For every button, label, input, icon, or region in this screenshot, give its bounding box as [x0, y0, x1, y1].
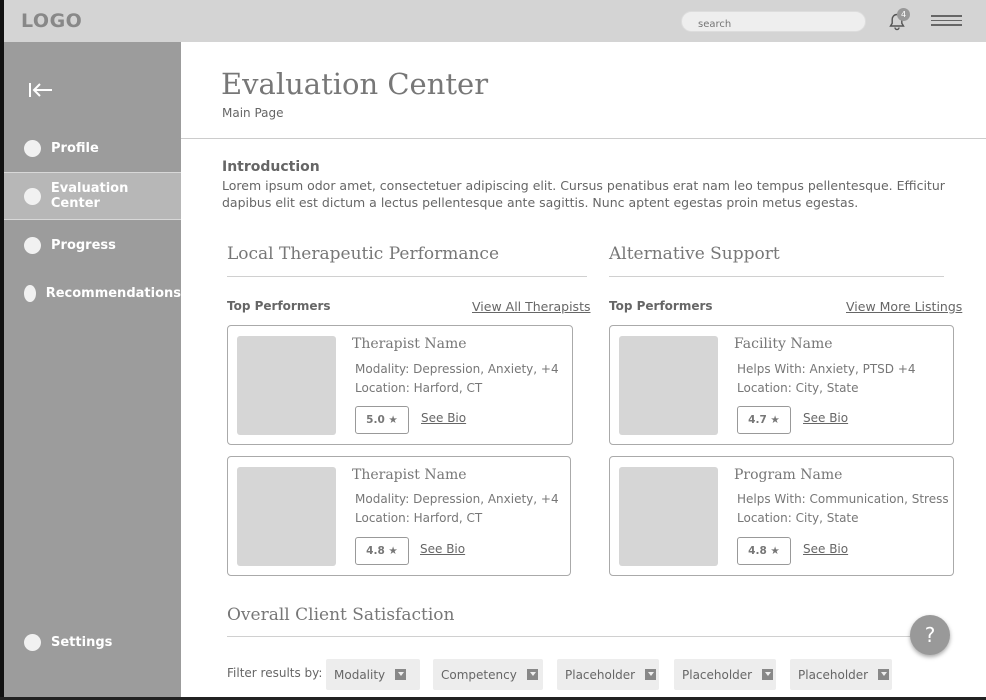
progress-icon	[24, 236, 41, 254]
dropdown-arrow-icon	[878, 669, 890, 680]
top-performers-label: Top Performers	[609, 299, 713, 313]
recommendations-icon	[24, 284, 36, 302]
view-all-therapists-link[interactable]: View All Therapists	[472, 299, 591, 314]
card-location: Location: City, State	[737, 511, 859, 525]
page-title: Evaluation Center	[221, 67, 489, 101]
sidebar-item-label: Progress	[51, 237, 116, 253]
card-helps-with: Helps With: Communication, Stress	[737, 492, 949, 506]
therapist-photo-placeholder	[237, 467, 336, 566]
top-bar: LOGO 4	[4, 0, 986, 42]
sidebar-item-progress[interactable]: Progress	[4, 221, 181, 269]
filter-placeholder-dropdown[interactable]: Placeholder	[674, 659, 776, 690]
card-name: Facility Name	[734, 336, 833, 352]
filter-label-text: Placeholder	[798, 667, 869, 682]
program-card[interactable]: Program Name Helps With: Communication, …	[609, 456, 954, 576]
logo[interactable]: LOGO	[21, 10, 82, 32]
therapist-photo-placeholder	[237, 336, 336, 435]
top-performers-label: Top Performers	[227, 299, 331, 313]
facility-card[interactable]: Facility Name Helps With: Anxiety, PTSD …	[609, 325, 954, 445]
see-bio-link[interactable]: See Bio	[803, 411, 848, 425]
alternative-support-heading: Alternative Support	[609, 244, 780, 264]
dropdown-arrow-icon	[645, 669, 657, 680]
star-icon: ★	[388, 414, 398, 426]
rating-badge: 5.0 ★	[355, 406, 409, 434]
facility-photo-placeholder	[619, 336, 718, 435]
sidebar-item-evaluation-center[interactable]: Evaluation Center	[4, 172, 181, 220]
card-modality: Modality: Depression, Anxiety, +4	[355, 492, 559, 506]
sidebar-item-recommendations[interactable]: Recommendations	[4, 269, 181, 317]
sidebar-item-label: Profile	[51, 140, 99, 156]
intro-text: Lorem ipsum odor amet, consectetuer adip…	[222, 178, 945, 210]
filter-placeholder-dropdown[interactable]: Placeholder	[557, 659, 659, 690]
card-name: Program Name	[734, 467, 843, 483]
evaluation-center-icon	[24, 187, 41, 205]
rating-badge: 4.8 ★	[355, 537, 409, 565]
notification-badge: 4	[897, 8, 910, 21]
sidebar-item-label: Recommendations	[45, 285, 181, 301]
sidebar-item-profile[interactable]: Profile	[4, 124, 181, 172]
dropdown-arrow-icon	[526, 669, 538, 680]
intro-heading: Introduction	[222, 159, 320, 175]
filter-label: Filter results by:	[227, 666, 323, 680]
card-name: Therapist Name	[352, 336, 467, 352]
card-location: Location: City, State	[737, 381, 859, 395]
star-icon: ★	[770, 545, 780, 557]
rating-value: 4.8	[748, 545, 767, 557]
settings-icon	[24, 633, 41, 651]
filter-label-text: Competency	[441, 667, 517, 682]
collapse-sidebar-icon[interactable]	[27, 80, 55, 100]
program-photo-placeholder	[619, 467, 718, 566]
section-divider	[227, 276, 587, 277]
therapist-card[interactable]: Therapist Name Modality: Depression, Anx…	[227, 325, 573, 445]
filter-competency-dropdown[interactable]: Competency	[433, 659, 543, 690]
rating-badge: 4.8 ★	[737, 537, 791, 565]
therapist-card[interactable]: Therapist Name Modality: Depression, Anx…	[227, 456, 571, 576]
see-bio-link[interactable]: See Bio	[421, 411, 466, 425]
dropdown-arrow-icon	[395, 669, 407, 680]
search-bar[interactable]	[681, 11, 866, 34]
section-divider	[227, 636, 944, 637]
local-performance-heading: Local Therapeutic Performance	[227, 244, 500, 264]
rating-value: 4.7	[748, 414, 767, 426]
card-helps-with: Helps With: Anxiety, PTSD +4	[737, 362, 916, 376]
app-frame: LOGO 4 Profile Evalua	[0, 0, 986, 700]
rating-value: 4.8	[366, 545, 385, 557]
view-more-listings-link[interactable]: View More Listings	[846, 299, 962, 314]
page-subtitle: Main Page	[222, 106, 284, 120]
dropdown-arrow-icon	[762, 669, 774, 680]
star-icon: ★	[770, 414, 780, 426]
sidebar-item-label: Settings	[51, 634, 113, 650]
sidebar: Profile Evaluation Center Progress Recom…	[4, 42, 181, 697]
filter-label-text: Placeholder	[565, 667, 636, 682]
filter-modality-dropdown[interactable]: Modality	[326, 659, 420, 690]
card-location: Location: Harford, CT	[355, 511, 483, 525]
star-icon: ★	[388, 545, 398, 557]
filter-label-text: Modality	[334, 667, 386, 682]
sidebar-item-settings[interactable]: Settings	[4, 618, 181, 666]
see-bio-link[interactable]: See Bio	[803, 542, 848, 556]
filter-placeholder-dropdown[interactable]: Placeholder	[790, 659, 892, 690]
help-button[interactable]: ?	[910, 615, 950, 655]
menu-icon[interactable]	[931, 15, 962, 27]
see-bio-link[interactable]: See Bio	[420, 542, 465, 556]
section-divider	[609, 276, 944, 277]
filter-label-text: Placeholder	[682, 667, 753, 682]
header-divider	[181, 138, 986, 139]
rating-value: 5.0	[366, 414, 385, 426]
card-name: Therapist Name	[352, 467, 467, 483]
sidebar-item-label: Evaluation Center	[50, 181, 129, 211]
card-modality: Modality: Depression, Anxiety, +4	[355, 362, 559, 376]
main-content: Evaluation Center Main Page Introduction…	[181, 42, 986, 697]
search-input[interactable]	[682, 15, 858, 34]
client-satisfaction-heading: Overall Client Satisfaction	[227, 605, 455, 625]
card-location: Location: Harford, CT	[355, 381, 483, 395]
profile-icon	[24, 139, 41, 157]
rating-badge: 4.7 ★	[737, 406, 791, 434]
